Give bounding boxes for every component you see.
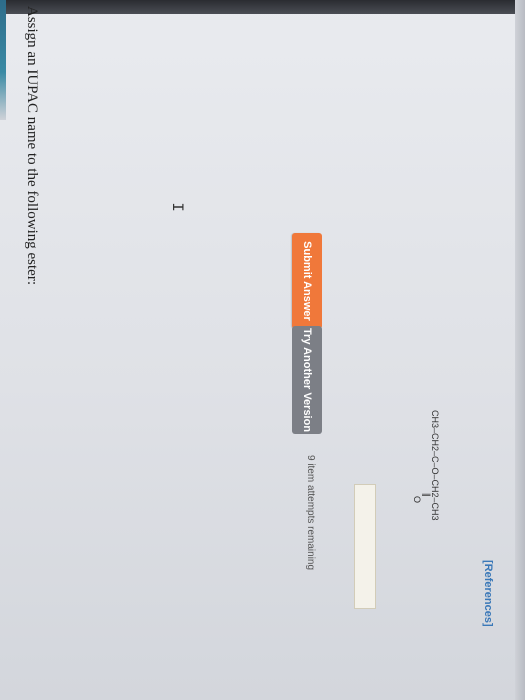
ester-structure: CH3–CH2–C–O–CH2–CH3 xyxy=(430,410,440,521)
monitor-bezel xyxy=(0,0,525,14)
carbonyl-oxygen: O xyxy=(412,496,422,504)
taskbar-strip xyxy=(0,0,6,120)
references-link[interactable]: [References] xyxy=(482,560,494,627)
text-cursor-icon: I xyxy=(167,202,186,212)
try-another-version-button[interactable]: Try Another Version xyxy=(292,326,322,434)
attempts-remaining: 9 item attempts remaining xyxy=(305,455,316,571)
submit-answer-button[interactable]: Submit Answer xyxy=(292,233,322,329)
screen-photo xyxy=(0,0,525,700)
screen-edge xyxy=(515,0,525,700)
answer-input[interactable] xyxy=(354,484,376,609)
question-prompt: Assign an IUPAC name to the following es… xyxy=(24,6,40,286)
